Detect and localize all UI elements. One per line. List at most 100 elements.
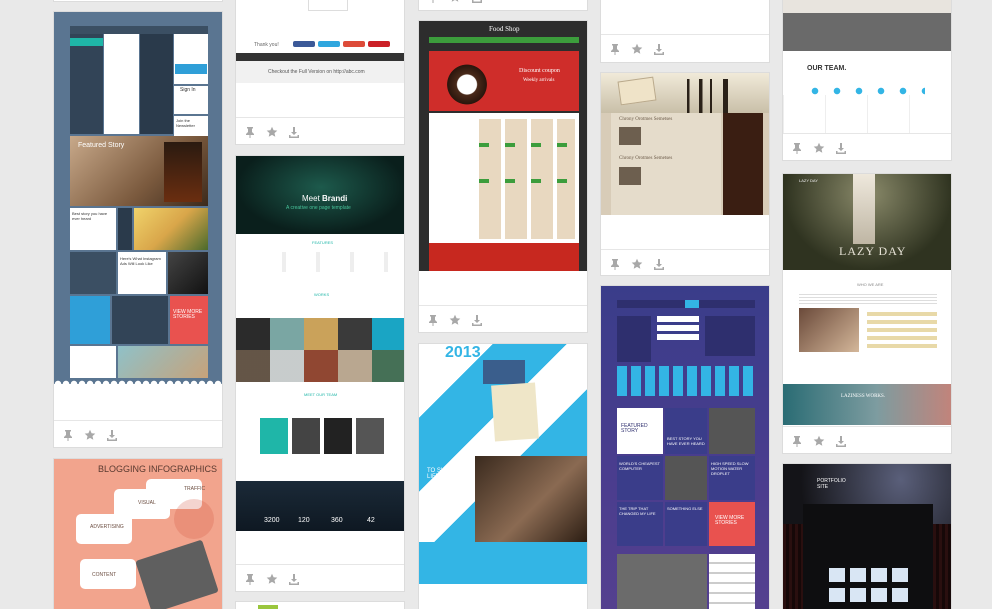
stat-4: 42 [367,517,375,524]
action-bar [236,117,404,144]
laziness-works: LAZINESS WORKS. [841,394,886,399]
star-icon[interactable] [631,258,643,270]
download-icon[interactable] [471,0,483,3]
share-bar-preview[interactable]: Thank you! Checkout the Full Version on … [236,0,404,116]
grunge-city-preview[interactable]: Chrony Orotmes Semetses Chrony Orotmes S… [601,73,769,215]
action-bar [783,426,951,453]
download-icon[interactable] [653,258,665,270]
stat-1: 3200 [264,517,280,524]
card-blank-top[interactable] [600,0,770,63]
share-my-life-preview[interactable]: 2013 TO SHARE MY LIFE [419,344,587,609]
metro-trip: THE TRIP THAT CHANGED MY LIFE [619,506,656,516]
infographics-title: BLOGGING INFOGRAPHICS [98,464,218,474]
metro-best: BEST STORY YOU HAVE EVER HEARD [667,436,705,446]
pin-icon[interactable] [427,314,439,326]
metro-featured: FEATURED STORY [621,423,648,434]
card-food-shop[interactable]: Food Shop Discount coupon Weekly arrival… [418,20,588,333]
food-shop-logo: Food Shop [489,25,520,33]
download-icon[interactable] [835,142,847,154]
star-icon[interactable] [266,573,278,585]
star-icon[interactable] [813,142,825,154]
download-icon[interactable] [471,314,483,326]
card-flat-ui-kit[interactable]: Sign In Join the Newsletter Featured Sto… [53,11,223,448]
grunge-headline-1: Chrony Orotmes Semetses [619,117,673,122]
card-brandi-template[interactable]: Meet Brandi A creative one page template… [235,155,405,592]
stat-3: 360 [331,517,343,524]
works-heading: WORKS [314,292,330,297]
star-icon[interactable] [266,126,278,138]
visual-label: VISUAL [138,500,156,506]
promo-2: Weekly arrivals [523,78,555,83]
pin-icon[interactable] [609,258,621,270]
download-icon[interactable] [288,126,300,138]
our-team-preview[interactable]: OUR TEAM. [783,0,951,133]
traffic-label: TRAFFIC [184,486,206,492]
newsletter-label: Join the Newsletter [176,118,195,128]
card-grunge-city[interactable]: Chrony Orotmes Semetses Chrony Orotmes S… [600,72,770,276]
portfolio-title: PORTFOLIO SITE [817,478,846,490]
flat-ui-kit-preview[interactable]: Sign In Join the Newsletter Featured Sto… [54,12,222,384]
card-share-bar[interactable]: Thank you! Checkout the Full Version on … [235,0,405,145]
checkout-label: Checkout the Full Version on http://abc.… [268,69,365,75]
action-bar [601,249,769,275]
instagram-ads-label: Here's What Instagram Ads Will Look Like [120,256,161,266]
metro-view-more: VIEW MORE STORIES [715,515,745,526]
card-flat-ui-kit[interactable] [53,0,223,2]
share-headline: TO SHARE MY LIFE [427,468,469,480]
about-heading: WHO WE ARE [857,282,884,287]
food-shop-preview[interactable]: Food Shop Discount coupon Weekly arrival… [419,21,587,271]
star-icon[interactable] [813,435,825,447]
view-more-stories-label: VIEW MORE STORIES [173,309,203,320]
card-top-partial[interactable] [418,0,588,11]
blogging-infographics-preview[interactable]: BLOGGING INFOGRAPHICS TRAFFIC VISUAL ADV… [54,459,222,609]
hero-meet: Meet [302,194,320,203]
metro-motion: HIGH SPEED SLOW MOTION WATER DROPLET [711,461,749,476]
thank-you-label: Thank you! [254,42,279,48]
star-icon[interactable] [84,429,96,441]
pin-icon[interactable] [244,126,256,138]
card-next[interactable] [235,601,405,609]
pin-icon[interactable] [791,142,803,154]
portfolio-site-preview[interactable]: PORTFOLIO SITE [783,464,951,609]
card-blogging-infographics[interactable]: BLOGGING INFOGRAPHICS TRAFFIC VISUAL ADV… [53,458,223,609]
features-heading: FEATURES [312,240,334,245]
lazy-day-hero: LAZY DAY [839,244,907,258]
brandi-template-preview[interactable]: Meet Brandi A creative one page template… [236,156,404,536]
pin-icon[interactable] [791,435,803,447]
action-bar [419,305,587,332]
action-bar [783,133,951,160]
action-bar [54,420,222,447]
download-icon[interactable] [288,573,300,585]
pin-icon[interactable] [244,573,256,585]
metro-ui-kit-preview[interactable]: FEATURED STORY BEST STORY YOU HAVE EVER … [601,286,769,609]
lazy-day-logo: LAZY DAY [799,178,818,183]
metro-cheapest: WORLD'S CHEAPEST COMPUTER [619,461,660,471]
hero-brandi: Brandi [322,194,348,203]
card-metro-ui-kit[interactable]: FEATURED STORY BEST STORY YOU HAVE EVER … [600,285,770,609]
action-bar [236,564,404,591]
year-label: 2013 [445,344,481,361]
star-icon[interactable] [449,0,461,3]
content-label: CONTENT [92,572,117,578]
download-icon[interactable] [835,435,847,447]
sign-in-label: Sign In [180,87,196,93]
pin-icon[interactable] [609,43,621,55]
download-icon[interactable] [653,43,665,55]
featured-story-label: Featured Story [78,142,125,149]
lazy-day-preview[interactable]: LAZY DAY LAZY DAY WHO WE ARE LAZINESS WO… [783,174,951,425]
action-bar [419,0,587,10]
promo-1: Discount coupon [519,68,560,74]
stat-2: 120 [298,517,310,524]
star-icon[interactable] [631,43,643,55]
card-share-my-life[interactable]: 2013 TO SHARE MY LIFE [418,343,588,609]
card-lazy-day[interactable]: LAZY DAY LAZY DAY WHO WE ARE LAZINESS WO… [782,173,952,454]
card-our-team[interactable]: OUR TEAM. [782,0,952,161]
advertising-label: ADVERTISING [90,524,124,530]
best-story-label: Best story you have ever heard [72,211,108,221]
star-icon[interactable] [449,314,461,326]
card-portfolio-site[interactable]: PORTFOLIO SITE [782,463,952,609]
download-icon[interactable] [106,429,118,441]
team-heading: MEET OUR TEAM [304,392,338,397]
pin-icon[interactable] [62,429,74,441]
pin-icon[interactable] [427,0,439,3]
